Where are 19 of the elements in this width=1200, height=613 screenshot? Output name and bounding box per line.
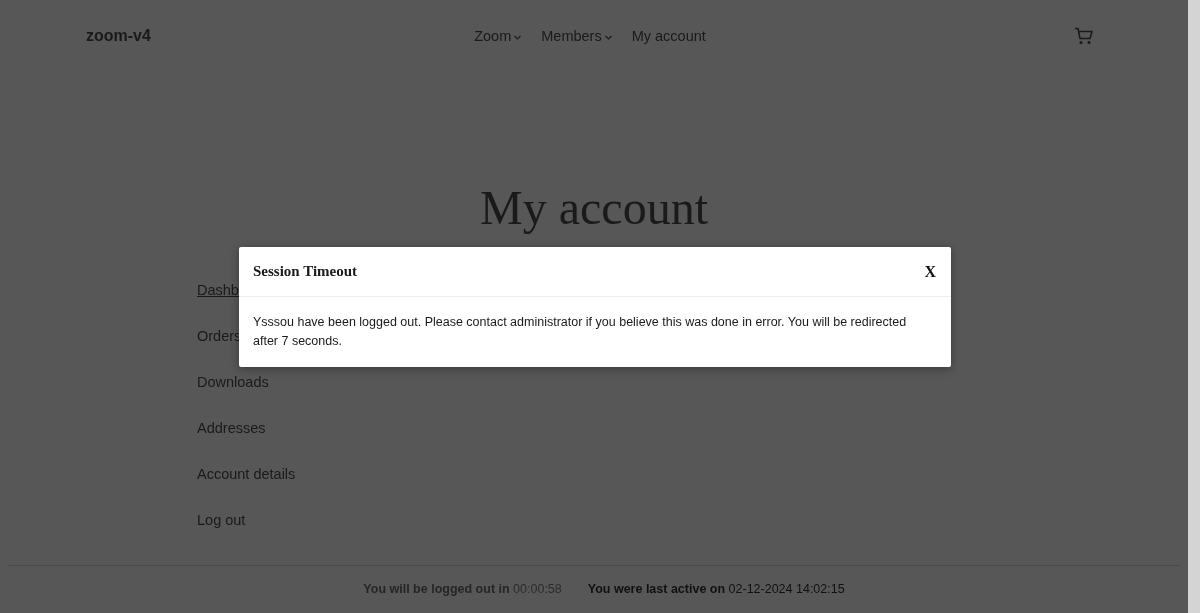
status-text: You were last active on 02-12-2024 14:02:15 — [587, 582, 845, 596]
scrollbar[interactable] — [1188, 0, 1200, 613]
close-button[interactable]: X — [924, 262, 936, 281]
dialog-message: Ysssou have been logged out. Please contact administrator if you believe this was done in error. You will be redirected after 7 seconds. — [252, 314, 908, 350]
site-title[interactable]: zoom-v4 — [86, 27, 151, 44]
chevron-down-icon — [604, 34, 612, 40]
account-menu-item[interactable]: Orders — [197, 327, 242, 346]
account-menu-item[interactable]: Dashb — [197, 281, 239, 300]
cart-icon[interactable] — [1074, 27, 1094, 45]
page-title: My account — [479, 180, 709, 236]
dialog-title: Session Timeout — [253, 263, 358, 280]
account-menu-item[interactable]: Addresses — [197, 419, 266, 438]
nav-link[interactable]: Members — [541, 28, 612, 44]
account-menu-item[interactable]: Downloads — [197, 373, 269, 392]
nav-link[interactable]: Zoom — [474, 28, 522, 44]
account-menu-item[interactable]: Log out — [197, 511, 246, 530]
chevron-down-icon — [514, 34, 522, 40]
nav-link[interactable]: My account — [631, 28, 706, 44]
account-menu-item[interactable]: Account details — [197, 465, 296, 484]
